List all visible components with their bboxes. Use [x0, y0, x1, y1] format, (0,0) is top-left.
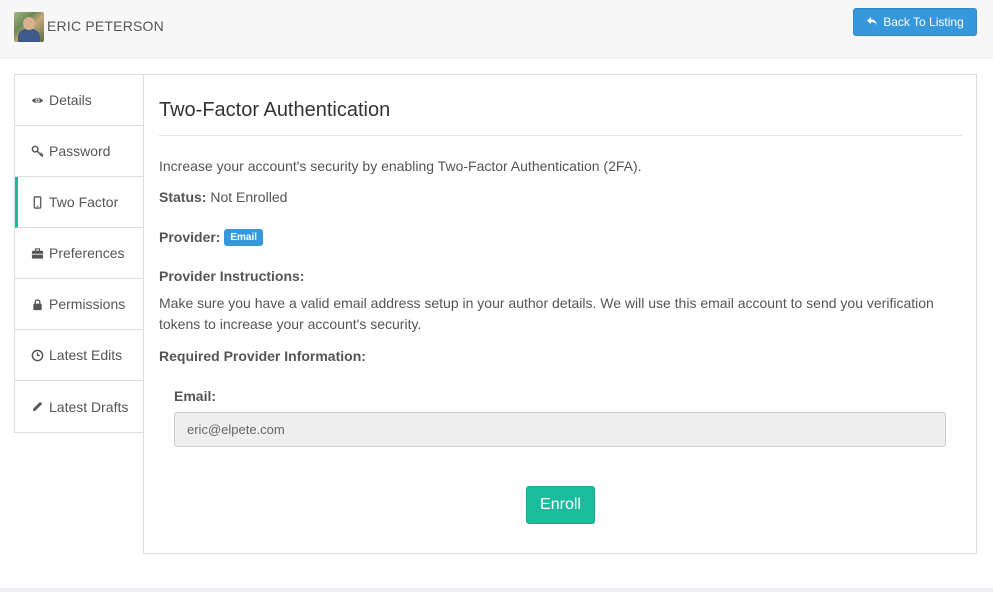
provider-badge: Email: [224, 228, 264, 246]
required-info-heading: Required Provider Information:: [159, 348, 366, 364]
lock-icon: [31, 298, 44, 311]
provider-row: Provider: Email: [159, 228, 264, 247]
back-to-listing-label: Back To Listing: [883, 15, 964, 29]
user-name: ERIC PETERSON: [47, 18, 164, 34]
key-icon: [31, 145, 44, 158]
provider-label: Provider:: [159, 229, 221, 245]
back-to-listing-button[interactable]: Back To Listing: [853, 8, 977, 36]
sidebar-item-latest-edits[interactable]: Latest Edits: [15, 330, 145, 381]
bottom-edge: [0, 588, 993, 592]
two-factor-panel: Two-Factor Authentication Increase your …: [143, 74, 977, 554]
mobile-icon: [31, 195, 44, 209]
sidebar-item-two-factor[interactable]: Two Factor: [15, 177, 145, 228]
email-field-label: Email:: [174, 388, 217, 404]
reply-arrow-icon: [866, 15, 878, 30]
sidebar-item-label: Password: [49, 143, 111, 159]
sidebar-item-label: Details: [49, 92, 92, 108]
sidebar-item-label: Preferences: [49, 245, 125, 261]
pencil-icon: [31, 400, 44, 413]
sidebar-item-label: Latest Edits: [49, 347, 123, 363]
sidebar-item-password[interactable]: Password: [15, 126, 145, 177]
eye-icon: [31, 94, 44, 107]
status-label: Status:: [159, 189, 207, 205]
clock-icon: [31, 349, 44, 362]
intro-text: Increase your account's security by enab…: [159, 158, 642, 174]
enroll-button[interactable]: Enroll: [526, 486, 595, 524]
sidebar-item-permissions[interactable]: Permissions: [15, 279, 145, 330]
status-value: Not Enrolled: [210, 189, 288, 205]
email-field[interactable]: [174, 412, 946, 447]
sidebar-item-label: Permissions: [49, 296, 126, 312]
status-row: Status: Not Enrolled: [159, 189, 287, 205]
title-divider: [159, 135, 962, 136]
avatar: [14, 12, 44, 42]
briefcase-icon: [31, 247, 44, 260]
sidebar-item-details[interactable]: Details: [15, 75, 145, 126]
sidebar-item-label: Two Factor: [49, 194, 119, 210]
sidebar-item-label: Latest Drafts: [49, 398, 129, 415]
instructions-text: Make sure you have a valid email address…: [159, 295, 934, 332]
sidebar-item-preferences[interactable]: Preferences: [15, 228, 145, 279]
sidebar-item-latest-drafts[interactable]: Latest Drafts: [15, 381, 145, 432]
profile-sidebar-nav: Details Password Two Factor Preferences …: [14, 74, 145, 433]
instructions-heading: Provider Instructions:: [159, 268, 305, 284]
top-header: ERIC PETERSON Back To Listing: [0, 0, 993, 58]
page-title: Two-Factor Authentication: [159, 99, 391, 121]
